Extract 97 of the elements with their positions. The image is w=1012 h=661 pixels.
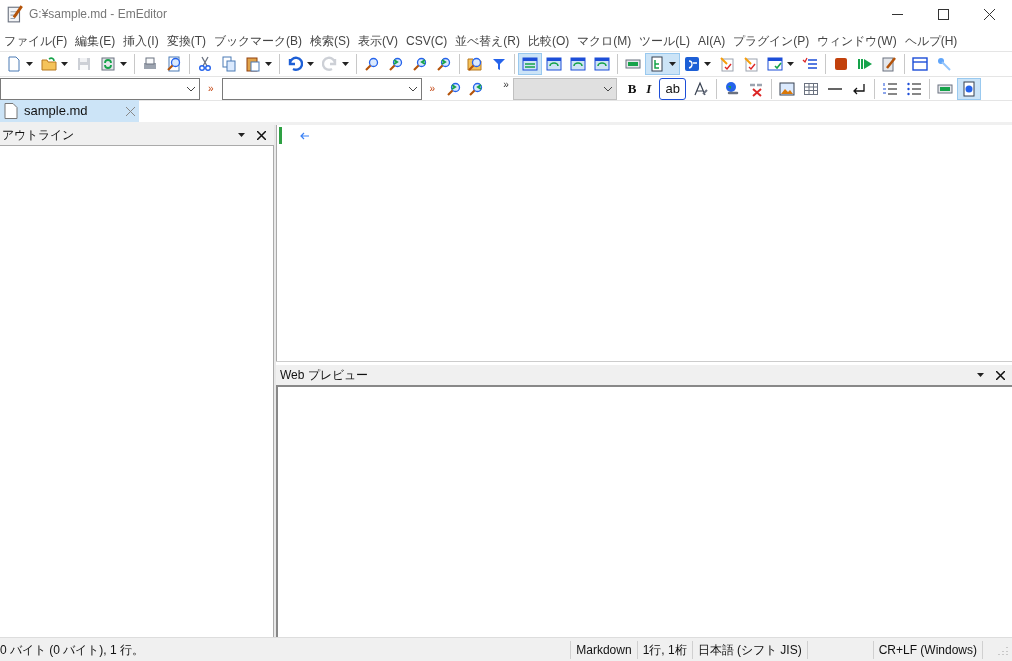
window-icon xyxy=(912,56,928,72)
pencil-notepad-icon xyxy=(881,56,897,72)
caret-icon xyxy=(704,62,711,66)
clipboard-icon xyxy=(245,56,261,72)
scissors-icon xyxy=(197,56,213,72)
character-icon xyxy=(684,56,700,72)
globe-link-icon xyxy=(723,80,740,97)
arrow-left-icon xyxy=(300,131,310,141)
overflow-chevron[interactable]: » xyxy=(503,77,509,92)
menu-item[interactable]: ツール(L) xyxy=(635,30,694,51)
redo-icon xyxy=(322,56,338,72)
status-cell: 1行, 1桁 xyxy=(636,640,692,659)
menu-item[interactable]: マクロ(M) xyxy=(573,30,636,51)
checklist-icon xyxy=(802,56,818,72)
chevron-down-icon xyxy=(407,85,418,92)
menu-item[interactable]: 並べ替え(R) xyxy=(451,30,524,51)
notepad-pencil-icon xyxy=(6,5,24,23)
separator-glyph: » xyxy=(208,82,214,96)
window-arrows-icon xyxy=(546,56,562,72)
menu-item[interactable]: 比較(O) xyxy=(524,30,574,51)
status-cell: Markdown xyxy=(570,640,637,659)
undo-icon xyxy=(287,56,303,72)
spell-check-icon xyxy=(625,56,641,72)
printer-icon xyxy=(142,56,158,72)
magnifier-arrows-icon xyxy=(436,56,452,72)
close-icon[interactable] xyxy=(257,130,266,140)
image-icon xyxy=(778,80,795,97)
caret-icon xyxy=(265,62,272,66)
menu-item[interactable]: ファイル(F) xyxy=(0,30,72,51)
refresh-icon xyxy=(100,56,116,72)
caret-icon xyxy=(238,133,245,137)
format-button[interactable]: ab xyxy=(659,77,686,100)
menu-item[interactable]: 編集(E) xyxy=(71,30,120,51)
menu-item[interactable]: プラグイン(P) xyxy=(729,30,814,51)
status-cell: CR+LF (Windows) xyxy=(872,640,982,659)
horizontal-rule-icon xyxy=(827,87,842,90)
caret-icon xyxy=(669,62,676,66)
separator-glyph: » xyxy=(429,82,436,96)
chevron-down-icon xyxy=(602,85,613,92)
tab-label: sample.md xyxy=(24,102,89,121)
caret-icon xyxy=(61,62,68,66)
magnifier-page-icon xyxy=(166,56,182,72)
menu-item[interactable]: ブックマーク(B) xyxy=(210,30,306,51)
page-preview-icon xyxy=(960,80,977,97)
menu-item[interactable]: 表示(V) xyxy=(354,30,402,51)
menu-item[interactable]: CSV(C) xyxy=(402,30,452,51)
table-icon xyxy=(802,80,819,97)
page-icon xyxy=(6,56,22,72)
format-button[interactable]: I xyxy=(641,77,657,100)
replace-field[interactable] xyxy=(221,77,422,100)
menu-item[interactable]: 変換(T) xyxy=(162,30,210,51)
notes-check-icon xyxy=(743,56,759,72)
window-arrows-icon xyxy=(570,56,586,72)
funnel-icon xyxy=(491,56,507,72)
search-field[interactable] xyxy=(0,77,200,100)
caret-icon xyxy=(342,62,349,66)
pane-title: アウトライン xyxy=(2,127,75,144)
magnifier-icon xyxy=(364,56,380,72)
caret-icon xyxy=(977,373,984,377)
caret-icon xyxy=(787,62,794,66)
pin-icon xyxy=(936,56,952,72)
magnifier-arrow-icon xyxy=(446,80,463,97)
chevron-down-icon xyxy=(186,85,196,92)
window-check-icon xyxy=(767,56,783,72)
caret-icon xyxy=(26,62,33,66)
magnifier-arrow-icon xyxy=(388,56,404,72)
menu-item[interactable]: 挿入(I) xyxy=(119,30,163,51)
magnifier-arrow-icon xyxy=(468,80,485,97)
caret-icon xyxy=(307,62,314,66)
document-tab[interactable]: sample.md xyxy=(0,100,139,122)
toolbar-button[interactable] xyxy=(645,53,680,75)
folder-icon xyxy=(41,56,57,72)
magnifier-arrow-icon xyxy=(412,56,428,72)
tree-icon xyxy=(649,56,665,72)
toolbar-button[interactable] xyxy=(956,77,981,100)
status-text: 0 バイト (0 バイト), 1 行。 xyxy=(0,641,146,659)
close-icon[interactable] xyxy=(996,370,1005,380)
clear-format-icon xyxy=(692,80,709,97)
stop-icon xyxy=(833,56,849,72)
copy-icon xyxy=(221,56,237,72)
window-title: G:¥sample.md - EmEditor xyxy=(29,6,168,23)
menu-item[interactable]: AI(A) xyxy=(694,30,730,51)
magnifier-folder-icon xyxy=(467,56,483,72)
toolbar-button[interactable] xyxy=(518,53,542,75)
numbered-list-icon xyxy=(881,80,898,97)
pane-title: Web プレビュー xyxy=(280,367,369,384)
caret-icon xyxy=(120,62,127,66)
bullet-list-icon xyxy=(905,80,922,97)
play-icon xyxy=(857,56,873,72)
window-lines-icon xyxy=(522,56,538,72)
note-check-icon xyxy=(719,56,735,72)
menu-item[interactable]: ウィンドウ(W) xyxy=(813,30,901,51)
menu-item[interactable]: 検索(S) xyxy=(306,30,354,51)
status-cell: 日本語 (シフト JIS) xyxy=(691,640,807,659)
menu-item[interactable]: ヘルプ(H) xyxy=(900,30,962,51)
page-icon xyxy=(4,103,18,119)
format-button[interactable]: B xyxy=(622,77,642,100)
